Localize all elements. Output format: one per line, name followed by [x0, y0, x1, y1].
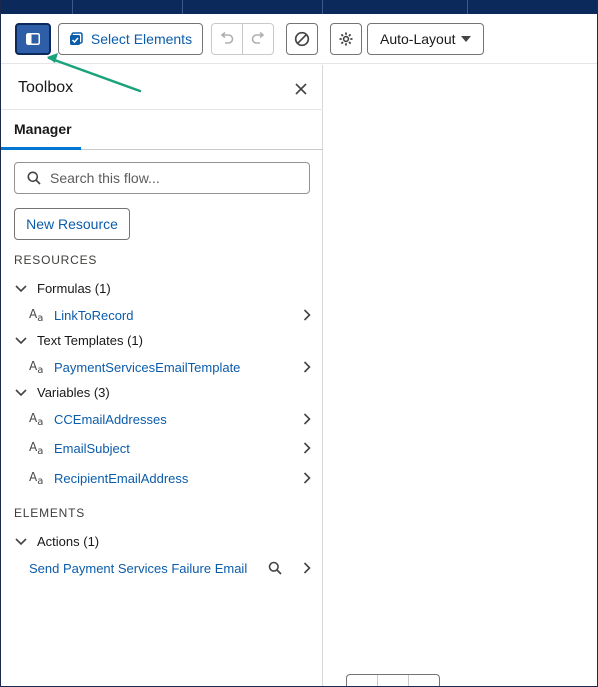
tab-manager[interactable]: Manager	[1, 110, 81, 150]
group-label: Formulas (1)	[37, 281, 111, 296]
select-elements-icon	[69, 32, 83, 45]
gear-icon	[339, 32, 353, 46]
resource-item[interactable]: Aa PaymentServicesEmailTemplate	[29, 357, 314, 377]
panel-toggle-icon	[26, 33, 40, 45]
resource-label: CCEmailAddresses	[54, 411, 167, 427]
elements-heading: ELEMENTS	[14, 506, 86, 520]
close-icon	[295, 83, 307, 95]
search-icon	[27, 171, 41, 185]
flow-canvas[interactable]	[324, 65, 597, 686]
app-frame: Select Elements Auto-Layout Toolbox Mana…	[0, 0, 598, 687]
chevron-down-icon	[14, 282, 28, 296]
chevron-down-icon	[14, 386, 28, 400]
zoom-button[interactable]	[409, 675, 439, 686]
redo-button[interactable]	[242, 23, 274, 55]
group-actions[interactable]: Actions (1)	[14, 534, 99, 549]
close-toolbox-button[interactable]	[292, 80, 310, 98]
toolbox-header: Toolbox	[1, 65, 323, 110]
text-type-icon: Aa	[29, 469, 44, 487]
prohibit-icon	[294, 31, 310, 47]
resource-label: PaymentServicesEmailTemplate	[54, 359, 241, 375]
resource-item[interactable]: Aa CCEmailAddresses	[29, 409, 314, 429]
zoom-button[interactable]	[347, 675, 378, 686]
resource-item[interactable]: Aa EmailSubject	[29, 438, 314, 458]
select-elements-label: Select Elements	[90, 31, 193, 47]
group-variables[interactable]: Variables (3)	[14, 385, 110, 400]
group-label: Actions (1)	[37, 534, 100, 549]
caret-down-icon	[461, 36, 471, 42]
layout-mode-label: Auto-Layout	[380, 31, 456, 47]
toolbox-tabs: Manager	[1, 110, 323, 150]
new-resource-button[interactable]: New Resource	[14, 208, 130, 240]
undo-button[interactable]	[211, 23, 243, 55]
text-type-icon: Aa	[29, 358, 44, 376]
search-icon[interactable]	[268, 561, 284, 577]
resource-label: LinkToRecord	[54, 307, 134, 323]
layout-mode-select[interactable]: Auto-Layout	[367, 23, 484, 55]
group-label: Text Templates (1)	[37, 333, 143, 348]
zoom-controls	[346, 674, 440, 686]
group-text-templates[interactable]: Text Templates (1)	[14, 333, 143, 348]
chevron-right-icon[interactable]	[300, 359, 314, 375]
select-elements-button[interactable]: Select Elements	[58, 23, 203, 55]
toolbox-title: Toolbox	[18, 79, 74, 96]
resource-item[interactable]: Aa RecipientEmailAddress	[29, 468, 314, 488]
builder-toolbar: Select Elements Auto-Layout	[1, 14, 597, 64]
chevron-down-icon	[14, 535, 28, 549]
chevron-right-icon[interactable]	[300, 560, 314, 576]
toolbox-panel: Toolbox Manager New Resource RESOURCES F…	[1, 65, 323, 686]
chevron-down-icon	[14, 334, 28, 348]
search-flow-input[interactable]	[50, 170, 290, 186]
chevron-right-icon[interactable]	[300, 470, 314, 486]
redo-icon	[251, 31, 265, 44]
resource-label: EmailSubject	[54, 440, 130, 456]
search-flow-box[interactable]	[14, 162, 310, 194]
zoom-button[interactable]	[378, 675, 409, 686]
undo-icon	[220, 31, 234, 44]
chevron-right-icon[interactable]	[300, 307, 314, 323]
text-type-icon: Aa	[29, 306, 44, 324]
resource-item[interactable]: Aa LinkToRecord	[29, 305, 314, 325]
group-formulas[interactable]: Formulas (1)	[14, 281, 111, 296]
chevron-right-icon[interactable]	[300, 440, 314, 456]
text-type-icon: Aa	[29, 410, 44, 428]
element-label: Send Payment Services Failure Email	[29, 560, 248, 576]
resources-heading: RESOURCES	[14, 253, 98, 267]
settings-button[interactable]	[330, 23, 362, 55]
group-label: Variables (3)	[37, 385, 110, 400]
resource-label: RecipientEmailAddress	[54, 470, 189, 486]
top-header-strip	[1, 0, 597, 14]
debug-prohibit-button[interactable]	[286, 23, 318, 55]
toggle-toolbox-button[interactable]	[15, 23, 51, 55]
element-item[interactable]: Send Payment Services Failure Email	[29, 558, 314, 578]
text-type-icon: Aa	[29, 439, 44, 457]
chevron-right-icon[interactable]	[300, 411, 314, 427]
